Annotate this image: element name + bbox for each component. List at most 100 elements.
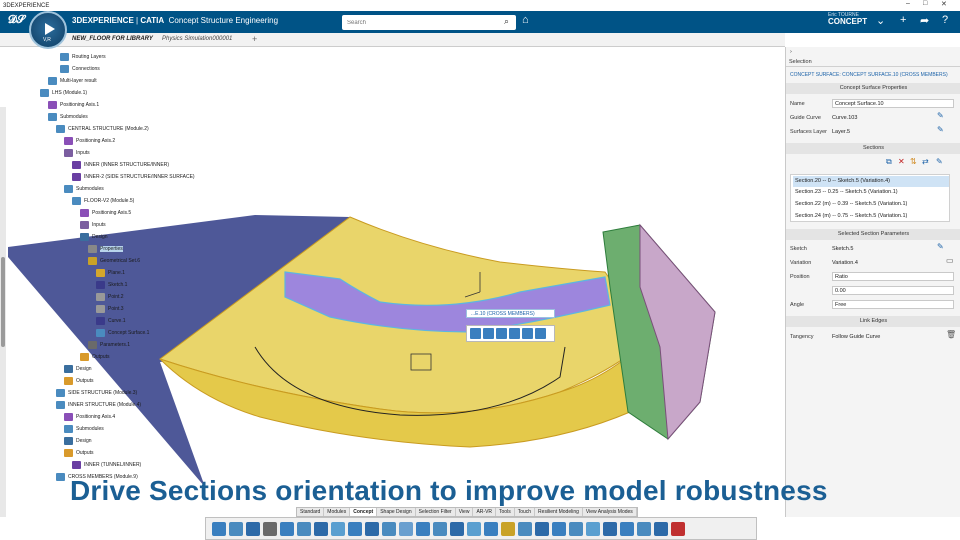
context-selection-label[interactable]: ...E.10 (CROSS MEMBERS) bbox=[466, 309, 555, 318]
section-header-selected-params[interactable]: Selected Section Parameters bbox=[786, 229, 960, 240]
tree-node[interactable]: Submodules bbox=[64, 185, 104, 193]
context-tool-icon[interactable] bbox=[509, 328, 520, 339]
tree-node[interactable]: Sketch.1 bbox=[96, 281, 127, 289]
toolbar-tool-icon[interactable] bbox=[280, 521, 294, 536]
tree-node[interactable]: Connections bbox=[60, 65, 100, 73]
toolbar-tool-icon[interactable] bbox=[212, 521, 226, 536]
tree-node[interactable]: Outputs bbox=[64, 377, 94, 385]
3d-viewport[interactable]: Routing Layers Connections Multi-layer r… bbox=[0, 47, 785, 517]
toolbar-tool-icon[interactable] bbox=[467, 521, 481, 536]
context-tool-icon[interactable] bbox=[535, 328, 546, 339]
tree-node[interactable]: Design bbox=[64, 365, 92, 373]
tree-node[interactable]: Parameters.1 bbox=[88, 341, 130, 349]
tree-node[interactable]: Curve.1 bbox=[96, 317, 126, 325]
toolbar-tool-icon[interactable] bbox=[671, 521, 685, 536]
help-icon[interactable]: ? bbox=[942, 14, 948, 26]
tab-touch[interactable]: Touch bbox=[515, 508, 536, 516]
toolbar-tool-icon[interactable] bbox=[586, 521, 600, 536]
tab-selection-filter[interactable]: Selection Filter bbox=[416, 508, 456, 516]
toolbar-tool-icon[interactable] bbox=[654, 521, 668, 536]
tree-node[interactable]: Positioning Axis.1 bbox=[48, 101, 99, 109]
tree-node[interactable]: INNER (INNER STRUCTURE/INNER) bbox=[72, 161, 169, 169]
tree-node[interactable]: Positioning Axis.5 bbox=[80, 209, 131, 217]
toolbar-tool-icon[interactable] bbox=[314, 521, 328, 536]
toolbar-tool-icon[interactable] bbox=[399, 521, 413, 536]
section-header-sections[interactable]: Sections bbox=[786, 143, 960, 154]
list-item[interactable]: Section.20 -- 0 -- Sketch.5 (Variation.4… bbox=[793, 176, 949, 187]
tree-node[interactable]: SIDE STRUCTURE (Module.3) bbox=[56, 389, 137, 397]
sketch-edit-icon[interactable]: ✎ bbox=[937, 242, 944, 251]
tree-node[interactable]: Geometrical Set.6 bbox=[88, 257, 140, 265]
toolbar-tool-icon[interactable] bbox=[348, 521, 362, 536]
share-icon[interactable]: ➦ bbox=[920, 14, 929, 27]
reorder-icon[interactable]: ⇅ bbox=[910, 157, 917, 166]
user-menu[interactable]: Eric TOURNE CONCEPT bbox=[828, 13, 867, 26]
toolbar-tool-icon[interactable] bbox=[433, 521, 447, 536]
tree-node[interactable]: Plane.1 bbox=[96, 269, 125, 277]
ratio-input[interactable]: 0.00 bbox=[832, 286, 954, 295]
position-select[interactable]: Ratio bbox=[832, 272, 954, 281]
tree-node[interactable]: Submodules bbox=[64, 425, 104, 433]
toolbar-tool-icon[interactable] bbox=[501, 521, 515, 536]
edit-pen-icon[interactable]: ✎ bbox=[937, 125, 944, 134]
maximize-button[interactable]: □ bbox=[923, 0, 927, 7]
search-input[interactable] bbox=[342, 15, 516, 30]
close-window-button[interactable]: ✕ bbox=[941, 0, 947, 8]
context-tool-icon[interactable] bbox=[470, 328, 481, 339]
tree-node[interactable]: Outputs bbox=[80, 353, 110, 361]
toolbar-tool-icon[interactable] bbox=[297, 521, 311, 536]
toolbar-tool-icon[interactable] bbox=[484, 521, 498, 536]
list-item[interactable]: Section.23 -- 0.25 -- Sketch.5 (Variatio… bbox=[793, 187, 949, 198]
edit-pen-icon[interactable]: ✎ bbox=[937, 111, 944, 120]
toolbar-tool-icon[interactable] bbox=[246, 521, 260, 536]
context-tool-icon[interactable] bbox=[483, 328, 494, 339]
tree-node[interactable]: LHS (Module.1) bbox=[40, 89, 87, 97]
search-icon[interactable]: ⌕ bbox=[504, 16, 509, 27]
toolbar-tool-icon[interactable] bbox=[552, 521, 566, 536]
copy-icon[interactable]: ⧉ bbox=[886, 157, 892, 167]
compass-icon[interactable]: V,R bbox=[29, 11, 67, 49]
tangency-value[interactable]: Follow Guide Curve bbox=[832, 334, 880, 340]
tree-node[interactable]: INNER (TUNNEL/INNER) bbox=[72, 461, 141, 469]
tree-node[interactable]: Positioning Axis.4 bbox=[64, 413, 115, 421]
toolbar-tool-icon[interactable] bbox=[416, 521, 430, 536]
toolbar-tool-icon[interactable] bbox=[382, 521, 396, 536]
tab-standard[interactable]: Standard bbox=[297, 508, 325, 516]
tree-node[interactable]: INNER-2 (SIDE STRUCTURE/INNER SURFACE) bbox=[72, 173, 195, 181]
tree-node[interactable]: Concept Surface.1 bbox=[96, 329, 149, 337]
window-icon[interactable]: ▭ bbox=[946, 256, 954, 265]
replace-icon[interactable]: ⇄ bbox=[922, 157, 929, 166]
tree-node[interactable]: Multi-layer result bbox=[48, 77, 97, 85]
tab-physics-simulation[interactable]: Physics Simulation000001 bbox=[162, 36, 232, 42]
tree-node[interactable]: Design bbox=[80, 233, 108, 241]
tree-node[interactable]: Positioning Axis.2 bbox=[64, 137, 115, 145]
sketch-value[interactable]: Sketch.5 bbox=[832, 246, 853, 252]
toolbar-tool-icon[interactable] bbox=[620, 521, 634, 536]
tree-node[interactable]: Point.3 bbox=[96, 305, 124, 313]
toolbar-tool-icon[interactable] bbox=[331, 521, 345, 536]
new-tab-button[interactable]: + bbox=[252, 34, 257, 44]
tree-node[interactable]: Inputs bbox=[80, 221, 106, 229]
tab-view[interactable]: View bbox=[456, 508, 474, 516]
tab-view-analysis-modes[interactable]: View Analysis Modes bbox=[583, 508, 637, 516]
panel-breadcrumb[interactable]: CONCEPT SURFACE: CONCEPT SURFACE.10 (CRO… bbox=[790, 72, 948, 78]
tab-concept[interactable]: Concept bbox=[350, 508, 378, 516]
toolbar-tool-icon[interactable] bbox=[229, 521, 243, 536]
chevron-down-icon[interactable]: ⌄ bbox=[876, 14, 885, 27]
variation-value[interactable]: Variation.4 bbox=[832, 260, 858, 266]
tab-shape-design[interactable]: Shape Design bbox=[377, 508, 416, 516]
minimize-button[interactable]: – bbox=[906, 0, 910, 7]
toolbar-tool-icon[interactable] bbox=[535, 521, 549, 536]
tab-resilient-modeling[interactable]: Resilient Modeling bbox=[535, 508, 583, 516]
toolbar-tool-icon[interactable] bbox=[518, 521, 532, 536]
trash-icon[interactable]: 🗑 bbox=[946, 330, 956, 339]
tab-ar-vr[interactable]: AR-VR bbox=[473, 508, 497, 516]
ds-logo-icon[interactable]: 𝓓𝓢 bbox=[8, 14, 25, 27]
edit-pen-icon[interactable]: ✎ bbox=[936, 157, 943, 166]
list-item[interactable]: Section.22 (m) -- 0.39 -- Sketch.5 (Vari… bbox=[793, 199, 949, 210]
guide-curve-value[interactable]: Curve.103 bbox=[832, 115, 857, 121]
tree-node[interactable]: Point.2 bbox=[96, 293, 124, 301]
angle-select[interactable]: Free bbox=[832, 300, 954, 309]
toolbar-tool-icon[interactable] bbox=[263, 521, 277, 536]
tab-new-floor[interactable]: NEW_FLOOR FOR LIBRARY bbox=[72, 36, 153, 42]
